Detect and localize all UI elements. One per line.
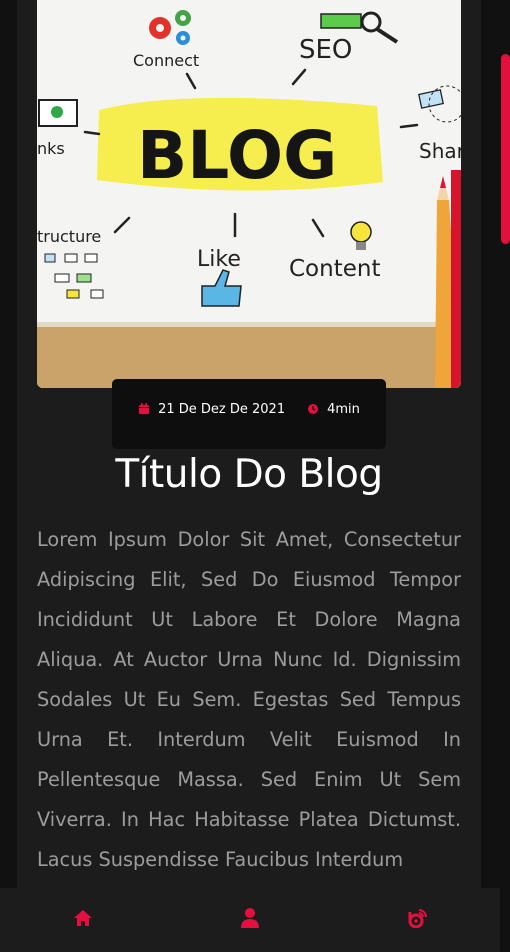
seo-word: SEO — [299, 35, 352, 65]
clock-icon — [307, 403, 319, 415]
scrollbar-thumb[interactable] — [501, 54, 510, 244]
blog-word: BLOG — [137, 117, 337, 194]
post-meta: 21 De Dez De 2021 4min — [112, 399, 386, 419]
post-body: Lorem Ipsum Dolor Sit Amet, Consectetur … — [37, 528, 461, 871]
blog-hero-image: Connect SEO nks Shar BLOG tructure Like … — [37, 0, 461, 388]
like-word: Like — [197, 247, 241, 272]
post-read-time: 4min — [327, 401, 360, 417]
connect-word: Connect — [133, 51, 199, 70]
structure-word: tructure — [37, 227, 101, 246]
share-word: Shar — [419, 139, 461, 163]
bottom-nav — [0, 888, 500, 952]
post-date: 21 De Dez De 2021 — [158, 401, 286, 417]
content-word: Content — [289, 256, 380, 282]
user-icon — [240, 908, 259, 932]
nav-home-button[interactable] — [53, 890, 113, 950]
post-title: Título Do Blog — [115, 452, 383, 497]
nav-blog-button[interactable] — [387, 890, 447, 950]
nav-profile-button[interactable] — [220, 890, 280, 950]
home-icon — [73, 909, 93, 931]
post-meta-box: 21 De Dez De 2021 4min — [112, 379, 386, 449]
links-word: nks — [37, 139, 65, 158]
blog-icon — [407, 908, 427, 932]
calendar-icon — [138, 403, 150, 415]
